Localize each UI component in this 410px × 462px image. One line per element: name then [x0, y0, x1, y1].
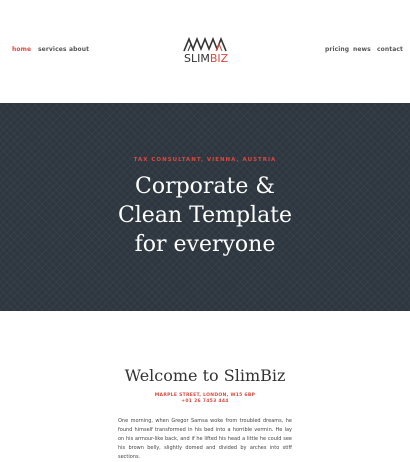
logo-mark-icon: [183, 37, 227, 52]
nav-about-link[interactable]: about: [69, 46, 89, 53]
hero-title-line: Corporate &: [135, 174, 275, 199]
welcome-heading: Welcome to SlimBiz: [124, 366, 286, 385]
hero-eyebrow: TAX CONSULTANT, VIENNA, AUSTRIA: [133, 157, 277, 163]
site-logo[interactable]: SLIMBIZ: [183, 37, 228, 67]
nav-contact-link[interactable]: contact: [377, 46, 403, 53]
contact-info: MARPLE STREET, LONDON, W15 6BP +01 26 74…: [0, 393, 410, 405]
nav-home-link[interactable]: home: [12, 46, 31, 53]
intro-paragraph: One morning, when Gregor Samsa woke from…: [118, 418, 292, 460]
nav-services-link[interactable]: services: [38, 46, 67, 53]
logo-wordmark: SLIMBIZ: [184, 53, 228, 65]
logo-slim: SLIM: [184, 52, 210, 65]
hero-title-line: Clean Template: [117, 203, 293, 228]
phone-text: +01 26 7453 444: [181, 399, 229, 404]
site-header: home services about SLIMBIZ pricing news…: [0, 0, 410, 103]
hero-section: TAX CONSULTANT, VIENNA, AUSTRIA Corporat…: [0, 103, 410, 311]
logo-biz: BIZ: [209, 52, 229, 65]
hero-title-line: for everyone: [134, 232, 276, 257]
nav-news-link[interactable]: news: [353, 46, 371, 53]
hero-title: Corporate & Clean Template for everyone: [0, 172, 410, 259]
nav-pricing-link[interactable]: pricing: [325, 46, 349, 53]
